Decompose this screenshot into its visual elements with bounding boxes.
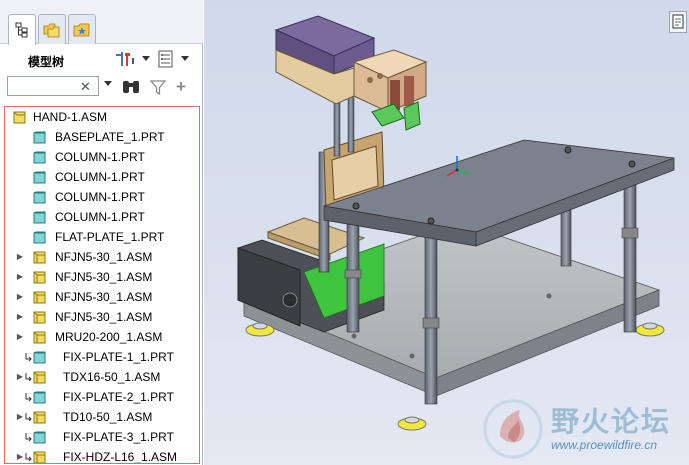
assembly-icon (33, 251, 46, 267)
assembly-icon (33, 331, 46, 347)
tree-item[interactable]: ▶ MRU20-200_1.ASM (5, 327, 199, 347)
tree-search-row: ✕ + (0, 74, 203, 100)
part-icon (25, 431, 46, 447)
expand-arrow-icon[interactable]: ▶ (15, 412, 25, 421)
model-tree: HAND-1.ASM BASEPLATE_1.PRT COLUMN-1.PRT COL… (4, 106, 200, 464)
tree-item-label: FIX-HDZ-L16_1.ASM (63, 450, 178, 464)
tree-item[interactable]: COLUMN-1.PRT (5, 167, 199, 187)
tree-item[interactable]: FIX-PLATE-2_1.PRT (5, 387, 199, 407)
tree-item-label: FLAT-PLATE_1.PRT (55, 230, 165, 244)
expand-arrow-icon[interactable]: ▶ (15, 312, 25, 321)
part-icon (33, 231, 46, 247)
tree-item-label: COLUMN-1.PRT (55, 150, 145, 164)
tools-icon (116, 52, 134, 66)
tree-item[interactable]: FIX-PLATE-1_1.PRT (5, 347, 199, 367)
tree-item-label: NFJN5-30_1.ASM (55, 250, 153, 264)
tab-folder-browser[interactable] (38, 14, 66, 44)
watermark-url: www.proewildfire.cn (551, 438, 658, 452)
expand-arrow-icon[interactable]: ▶ (15, 372, 25, 381)
tree-item-label: TD10-50_1.ASM (63, 410, 153, 424)
tree-item-label: FIX-PLATE-3_1.PRT (63, 430, 174, 444)
expand-arrow-icon[interactable]: ▶ (15, 332, 25, 341)
part-icon (33, 171, 46, 187)
tree-item[interactable]: ▶ NFJN5-30_1.ASM (5, 307, 199, 327)
expand-arrow-icon[interactable]: ▶ (15, 252, 25, 261)
navigator-tab-strip (0, 0, 203, 45)
model-tree-panel: 模型树 ✕ + HAND-1.ASM BASEPLATE_1.PRT COLUM… (0, 0, 203, 465)
binoculars-icon[interactable] (121, 79, 141, 95)
tree-item-label: NFJN5-30_1.ASM (55, 310, 153, 324)
folders-icon (43, 23, 60, 37)
assembly-icon (33, 271, 46, 287)
assembly-icon (13, 111, 26, 127)
tree-item[interactable]: COLUMN-1.PRT (5, 147, 199, 167)
tree-item[interactable]: ▶ FIX-HDZ-L16_1.ASM (5, 447, 199, 464)
part-icon (25, 391, 46, 407)
expand-arrow-icon[interactable]: ▶ (15, 272, 25, 281)
filter-icon[interactable] (150, 80, 166, 95)
part-icon (33, 151, 46, 167)
forum-logo-icon (483, 399, 543, 459)
graphics-viewport[interactable]: 野火论坛 www.proewildfire.cn (204, 0, 689, 465)
watermark: 野火论坛 www.proewildfire.cn (480, 396, 688, 462)
expand-arrow-icon[interactable]: ▶ (15, 452, 25, 461)
tree-item-label: MRU20-200_1.ASM (55, 330, 163, 344)
tree-item-label: FIX-PLATE-1_1.PRT (63, 350, 174, 364)
tree-item-label: COLUMN-1.PRT (55, 210, 145, 224)
part-icon (33, 211, 46, 227)
tree-item-label: FIX-PLATE-2_1.PRT (63, 390, 174, 404)
expand-arrow-icon[interactable]: ▶ (15, 292, 25, 301)
tree-item-label: NFJN5-30_1.ASM (55, 290, 153, 304)
favorites-icon (73, 23, 90, 36)
model-tree-title: 模型树 (28, 55, 65, 69)
part-icon (25, 351, 46, 367)
tree-filters-button[interactable] (158, 49, 189, 69)
assembly-icon (25, 451, 46, 463)
assembly-icon (25, 411, 46, 427)
tree-item[interactable]: FIX-PLATE-3_1.PRT (5, 427, 199, 447)
gripper-assembly[interactable] (352, 49, 428, 131)
tree-item-label: NFJN5-30_1.ASM (55, 270, 153, 284)
tree-item-label: TDX16-50_1.ASM (63, 370, 161, 384)
part-icon (33, 131, 46, 147)
assembly-icon (33, 311, 46, 327)
tree-item[interactable]: ▶ NFJN5-30_1.ASM (5, 287, 199, 307)
list-settings-icon (158, 50, 173, 68)
tree-item[interactable]: BASEPLATE_1.PRT (5, 127, 199, 147)
chevron-down-icon (181, 56, 189, 61)
tab-favorites[interactable] (68, 14, 96, 44)
chevron-down-icon (142, 56, 150, 61)
tree-item[interactable]: COLUMN-1.PRT (5, 207, 199, 227)
tree-item[interactable]: ▶ NFJN5-30_1.ASM (5, 247, 199, 267)
show-settings-button[interactable] (114, 49, 150, 69)
tree-item-label: BASEPLATE_1.PRT (55, 130, 165, 144)
search-dropdown-icon[interactable] (104, 81, 112, 87)
tree-item[interactable]: ▶ TDX16-50_1.ASM (5, 367, 199, 387)
tree-item[interactable]: FLAT-PLATE_1.PRT (5, 227, 199, 247)
tree-item-label: HAND-1.ASM (33, 110, 108, 124)
watermark-title: 野火论坛 (551, 405, 672, 438)
tab-model-tree[interactable] (8, 14, 36, 45)
assembly-icon (33, 291, 46, 307)
tree-icon (15, 22, 28, 38)
tree-item[interactable]: COLUMN-1.PRT (5, 187, 199, 207)
part-icon (33, 191, 46, 207)
tree-item[interactable]: ▶ NFJN5-30_1.ASM (5, 267, 199, 287)
add-item-icon[interactable]: + (176, 77, 186, 97)
tree-item-label: COLUMN-1.PRT (55, 170, 145, 184)
tree-item[interactable]: HAND-1.ASM (5, 107, 199, 127)
clear-search-icon[interactable]: ✕ (80, 79, 91, 95)
model-tree-toolbar: 模型树 (0, 45, 203, 73)
assembly-icon (25, 371, 46, 387)
tree-item-label: COLUMN-1.PRT (55, 190, 145, 204)
tree-item[interactable]: ▶ TD10-50_1.ASM (5, 407, 199, 427)
